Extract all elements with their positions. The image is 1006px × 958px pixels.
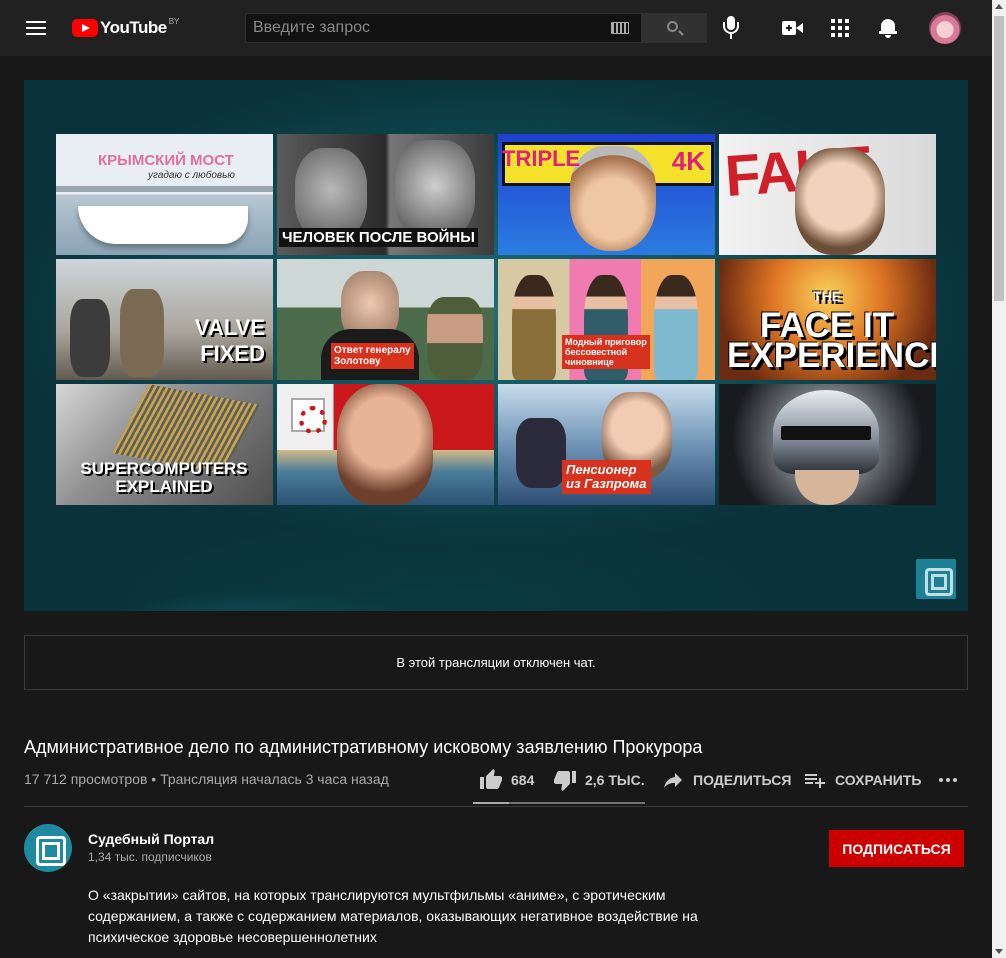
- thumbnail-fashion-verdict: Модный приговор бессовестной чиновнице: [498, 259, 715, 380]
- chat-disabled-panel: В этой трансляции отключен чат.: [24, 635, 968, 690]
- caption-line: Ответ генералу: [334, 345, 411, 356]
- video-player[interactable]: КРЫМСКИЙ МОСТ угадаю с любовью ЧЕЛОВЕК П…: [24, 80, 968, 611]
- thumbs-down-icon: [554, 771, 576, 791]
- channel-name[interactable]: Судебный Портал: [88, 831, 214, 847]
- thumbnail-faceit-experience: THE FACE IT EXPERIENCE: [719, 259, 936, 380]
- thumbnail-caption: Ответ генералу Золотову: [331, 343, 414, 369]
- more-actions-icon[interactable]: [937, 762, 958, 798]
- caption-line: FIXED: [200, 341, 265, 366]
- thumbnail-caption: ЧЕЛОВЕК ПОСЛЕ ВОЙНЫ: [279, 228, 478, 247]
- share-button[interactable]: ПОДЕЛИТЬСЯ: [661, 762, 791, 798]
- thumbnail-supercomputers: SUPERCOMPUTERS EXPLAINED: [56, 384, 273, 505]
- country-code: BY: [168, 16, 180, 26]
- like-button[interactable]: 684: [479, 762, 534, 798]
- section-divider: [24, 806, 968, 807]
- caption-line: из Газпрома: [566, 476, 647, 491]
- scrollbar-thumb[interactable]: [994, 16, 1004, 301]
- dislike-button[interactable]: 2,6 ТЫС.: [553, 762, 645, 798]
- caption-line: бессовестной: [565, 347, 628, 357]
- thumbnail-caption: Модный приговор бессовестной чиновнице: [562, 335, 650, 369]
- logo-text: YouTube: [100, 18, 167, 37]
- notifications-bell-icon[interactable]: [879, 17, 901, 38]
- thumbnail-answer-general: Ответ генералу Золотову: [277, 259, 494, 380]
- caption-line: EXPERIENCE: [727, 336, 936, 375]
- channel-avatar[interactable]: [24, 824, 72, 872]
- thumbnail-caption: THE FACE IT EXPERIENCE: [727, 281, 936, 375]
- caption-line: Золотову: [334, 356, 381, 367]
- thumbnail-subcaption: угадаю с любовью: [148, 170, 235, 181]
- thumbnail-triple-4k: TRIPLE 4K: [498, 134, 715, 255]
- like-dislike-bar: [473, 802, 645, 804]
- save-label: СОХРАНИТЬ: [835, 772, 922, 788]
- channel-subscriber-count: 1,34 тыс. подписчиков: [88, 850, 212, 864]
- thumbnail-caption: 4K: [671, 146, 705, 176]
- thumbnail-caption: TRIPLE: [502, 146, 581, 171]
- thumbnail-crimean-bridge: КРЫМСКИЙ МОСТ угадаю с любовью: [56, 134, 273, 255]
- scroll-up-arrow-icon[interactable]: [995, 4, 1003, 9]
- caption-line: Пенсионер: [566, 462, 637, 477]
- video-title: Административное дело по административно…: [24, 737, 703, 757]
- caption-line: Модный приговор: [565, 337, 647, 347]
- youtube-play-icon: [72, 19, 98, 37]
- thumbnail-caption: VALVE FIXED: [195, 315, 265, 367]
- thumbnail-man-after-war: ЧЕЛОВЕК ПОСЛЕ ВОЙНЫ: [277, 134, 494, 255]
- thumbnail-robocop: [719, 384, 936, 505]
- search-input[interactable]: [246, 14, 586, 42]
- youtube-logo[interactable]: YouTube BY: [72, 15, 179, 41]
- save-button[interactable]: СОХРАНИТЬ: [803, 762, 921, 798]
- share-arrow-icon: [664, 773, 682, 788]
- thumbnail-grid: КРЫМСКИЙ МОСТ угадаю с любовью ЧЕЛОВЕК П…: [56, 134, 936, 505]
- thumbnail-caption: SUPERCOMPUTERS EXPLAINED: [64, 460, 264, 496]
- menu-icon[interactable]: [24, 17, 48, 39]
- caption-line: VALVE: [194, 315, 265, 340]
- scroll-down-arrow-icon[interactable]: [995, 949, 1003, 954]
- thumbnail-caption: Пенсионер из Газпрома: [562, 460, 651, 494]
- microphone-icon[interactable]: [722, 16, 740, 40]
- channel-watermark-icon[interactable]: [916, 559, 956, 599]
- caption-line: EXPLAINED: [115, 477, 213, 496]
- user-avatar[interactable]: [929, 12, 961, 44]
- top-bar: YouTube BY: [0, 0, 992, 56]
- caption-line: чиновнице: [565, 357, 614, 367]
- subscribe-button[interactable]: ПОДПИСАТЬСЯ: [829, 830, 964, 867]
- search-box: [245, 13, 642, 43]
- thumbnail-caption: КРЫМСКИЙ МОСТ: [98, 152, 234, 169]
- thumbs-up-icon: [480, 769, 502, 789]
- like-count: 684: [511, 772, 535, 788]
- dislike-count: 2,6 ТЫС.: [585, 772, 645, 788]
- like-ratio-fill: [473, 802, 510, 804]
- caption-line: SUPERCOMPUTERS: [80, 459, 248, 478]
- thumbnail-valve-fixed: VALVE FIXED: [56, 259, 273, 380]
- share-label: ПОДЕЛИТЬСЯ: [693, 772, 792, 788]
- apps-grid-icon[interactable]: [831, 19, 849, 37]
- video-description: О «закрытии» сайтов, на которых транслир…: [88, 887, 698, 945]
- keyboard-icon[interactable]: [611, 22, 629, 34]
- page-scrollbar[interactable]: [992, 0, 1006, 958]
- thumbnail-malta-man: [277, 384, 494, 505]
- search-icon: [667, 21, 678, 32]
- search-button[interactable]: [642, 13, 707, 43]
- video-meta: 17 712 просмотров • Трансляция началась …: [24, 771, 389, 787]
- create-video-icon[interactable]: [782, 18, 804, 38]
- thumbnail-gazprom-pensioner: Пенсионер из Газпрома: [498, 384, 715, 505]
- chat-disabled-message: В этой трансляции отключен чат.: [396, 655, 596, 670]
- playlist-add-icon: [805, 774, 825, 788]
- thumbnail-fake: FAKE: [719, 134, 936, 255]
